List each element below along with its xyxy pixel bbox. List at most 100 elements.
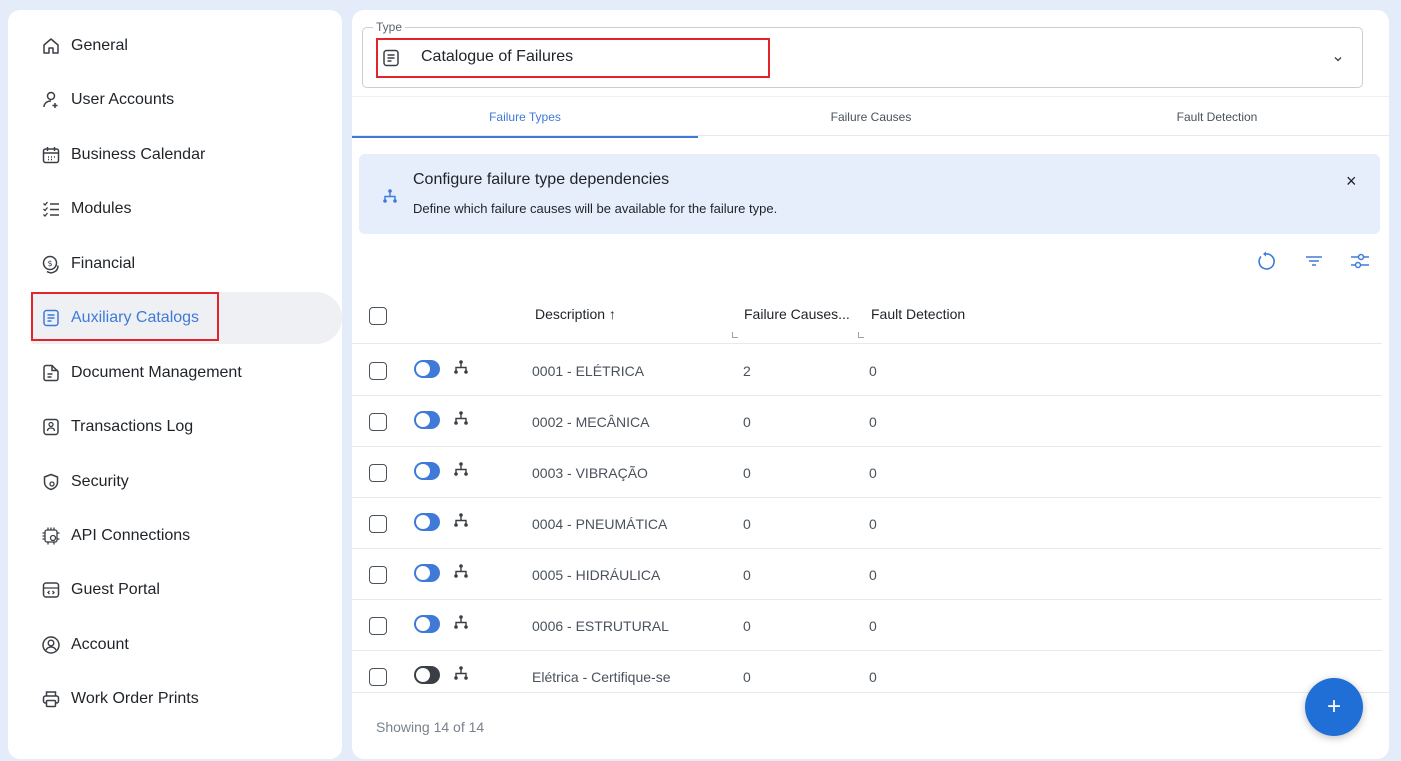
sidebar-item-financial[interactable]: $ Financial bbox=[32, 238, 342, 290]
reset-icon[interactable] bbox=[1255, 250, 1277, 272]
column-header-failure-causes[interactable]: Failure Causes... bbox=[744, 306, 850, 322]
portal-icon bbox=[41, 580, 61, 600]
log-icon bbox=[41, 417, 61, 437]
row-checkbox[interactable] bbox=[369, 566, 387, 584]
table-row[interactable]: 0002 - MECÂNICA 0 0 bbox=[352, 396, 1382, 447]
sidebar-item-guest-portal[interactable]: Guest Portal bbox=[32, 564, 342, 616]
hierarchy-icon[interactable] bbox=[452, 664, 470, 682]
type-select[interactable]: Type Catalogue of Failures bbox=[362, 20, 1363, 88]
column-header-description[interactable]: Description ↑ bbox=[535, 306, 616, 322]
banner-title: Configure failure type dependencies bbox=[413, 171, 670, 188]
api-gear-icon bbox=[41, 526, 61, 546]
shield-icon bbox=[41, 472, 61, 492]
sidebar-item-label: Document Management bbox=[71, 364, 242, 381]
sidebar-item-account[interactable]: Account bbox=[32, 619, 342, 671]
sidebar-item-label: Guest Portal bbox=[71, 581, 160, 598]
row-checkbox[interactable] bbox=[369, 617, 387, 635]
sidebar-item-api-connections[interactable]: API Connections bbox=[32, 510, 342, 562]
enabled-toggle[interactable] bbox=[414, 360, 440, 378]
column-resize-handle[interactable] bbox=[858, 332, 864, 338]
sidebar-item-user-accounts[interactable]: User Accounts bbox=[32, 74, 342, 126]
cell-description: 0005 - HIDRÁULICA bbox=[532, 567, 661, 583]
tab-bar: Failure Types Failure Causes Fault Detec… bbox=[352, 96, 1389, 138]
sidebar-item-transactions-log[interactable]: Transactions Log bbox=[32, 401, 342, 453]
table-row[interactable]: 0001 - ELÉTRICA 2 0 bbox=[352, 345, 1382, 396]
enabled-toggle[interactable] bbox=[414, 513, 440, 531]
enabled-toggle[interactable] bbox=[414, 411, 440, 429]
cell-fault-detection: 0 bbox=[869, 669, 877, 685]
sidebar-item-label: Business Calendar bbox=[71, 146, 206, 163]
hierarchy-icon[interactable] bbox=[452, 409, 470, 427]
tab-failure-causes[interactable]: Failure Causes bbox=[698, 97, 1044, 137]
catalog-icon bbox=[41, 308, 61, 328]
hierarchy-icon[interactable] bbox=[452, 460, 470, 478]
row-checkbox[interactable] bbox=[369, 464, 387, 482]
type-select-legend: Type bbox=[373, 20, 406, 34]
svg-text:$: $ bbox=[47, 259, 52, 268]
pagination-summary: Showing 14 of 14 bbox=[376, 719, 485, 735]
sidebar-item-label: Modules bbox=[71, 200, 132, 217]
user-add-icon bbox=[41, 90, 61, 110]
table-row[interactable]: 0006 - ESTRUTURAL 0 0 bbox=[352, 600, 1382, 651]
row-checkbox[interactable] bbox=[369, 668, 387, 686]
add-button[interactable]: + bbox=[1305, 678, 1363, 736]
sidebar-item-label: Auxiliary Catalogs bbox=[71, 309, 200, 326]
cell-fault-detection: 0 bbox=[869, 363, 877, 379]
column-resize-handle[interactable] bbox=[732, 332, 738, 338]
table-footer: Showing 14 of 14 bbox=[352, 692, 1389, 759]
sidebar-item-general[interactable]: General bbox=[32, 20, 342, 72]
table-row[interactable]: 0005 - HIDRÁULICA 0 0 bbox=[352, 549, 1382, 600]
cell-description: Elétrica - Certifique-se bbox=[532, 669, 671, 685]
sidebar-item-document-management[interactable]: Document Management bbox=[32, 347, 342, 399]
banner-text: Define which failure causes will be avai… bbox=[413, 201, 778, 216]
sidebar-item-business-calendar[interactable]: Business Calendar bbox=[32, 129, 342, 181]
cell-fault-detection: 0 bbox=[869, 618, 877, 634]
sidebar-item-auxiliary-catalogs[interactable]: Auxiliary Catalogs bbox=[32, 292, 342, 344]
sidebar-item-security[interactable]: Security bbox=[32, 456, 342, 508]
table-row[interactable]: 0003 - VIBRAÇÃO 0 0 bbox=[352, 447, 1382, 498]
table-header: Description ↑ Failure Causes... Fault De… bbox=[352, 292, 1382, 344]
document-icon bbox=[41, 363, 61, 383]
hierarchy-icon bbox=[381, 187, 399, 205]
filter-icon[interactable] bbox=[1303, 250, 1325, 272]
cell-failure-causes: 0 bbox=[743, 465, 751, 481]
sidebar: General User Accounts Business Calendar … bbox=[8, 10, 342, 759]
hierarchy-icon[interactable] bbox=[452, 358, 470, 376]
settings-sliders-icon[interactable] bbox=[1349, 250, 1371, 272]
sidebar-item-modules[interactable]: Modules bbox=[32, 183, 342, 235]
select-all-checkbox[interactable] bbox=[369, 307, 387, 325]
cell-description: 0002 - MECÂNICA bbox=[532, 414, 650, 430]
enabled-toggle[interactable] bbox=[414, 462, 440, 480]
sidebar-item-label: Work Order Prints bbox=[71, 690, 199, 707]
sidebar-item-label: Account bbox=[71, 636, 129, 653]
cell-failure-causes: 2 bbox=[743, 363, 751, 379]
sidebar-item-work-order-prints[interactable]: Work Order Prints bbox=[32, 673, 342, 725]
hierarchy-icon[interactable] bbox=[452, 613, 470, 631]
checklist-icon bbox=[41, 199, 61, 219]
cell-description: 0003 - VIBRAÇÃO bbox=[532, 465, 648, 481]
enabled-toggle[interactable] bbox=[414, 615, 440, 633]
cell-fault-detection: 0 bbox=[869, 465, 877, 481]
hierarchy-icon[interactable] bbox=[452, 511, 470, 529]
row-checkbox[interactable] bbox=[369, 413, 387, 431]
hierarchy-icon[interactable] bbox=[452, 562, 470, 580]
catalog-icon bbox=[381, 48, 401, 68]
tab-failure-types[interactable]: Failure Types bbox=[352, 97, 698, 138]
home-icon bbox=[41, 36, 61, 56]
column-header-fault-detection[interactable]: Fault Detection bbox=[871, 306, 965, 322]
table-row[interactable]: 0004 - PNEUMÁTICA 0 0 bbox=[352, 498, 1382, 549]
cell-fault-detection: 0 bbox=[869, 567, 877, 583]
type-select-value: Catalogue of Failures bbox=[421, 48, 574, 65]
close-icon[interactable]: × bbox=[1346, 171, 1364, 191]
row-checkbox[interactable] bbox=[369, 362, 387, 380]
chevron-down-icon[interactable] bbox=[1332, 52, 1344, 64]
row-checkbox[interactable] bbox=[369, 515, 387, 533]
tab-fault-detection[interactable]: Fault Detection bbox=[1044, 97, 1389, 137]
sidebar-item-label: User Accounts bbox=[71, 91, 175, 108]
coin-icon: $ bbox=[41, 254, 61, 274]
calendar-icon bbox=[41, 145, 61, 165]
cell-failure-causes: 0 bbox=[743, 618, 751, 634]
sidebar-item-label: Financial bbox=[71, 255, 136, 272]
enabled-toggle[interactable] bbox=[414, 666, 440, 684]
enabled-toggle[interactable] bbox=[414, 564, 440, 582]
